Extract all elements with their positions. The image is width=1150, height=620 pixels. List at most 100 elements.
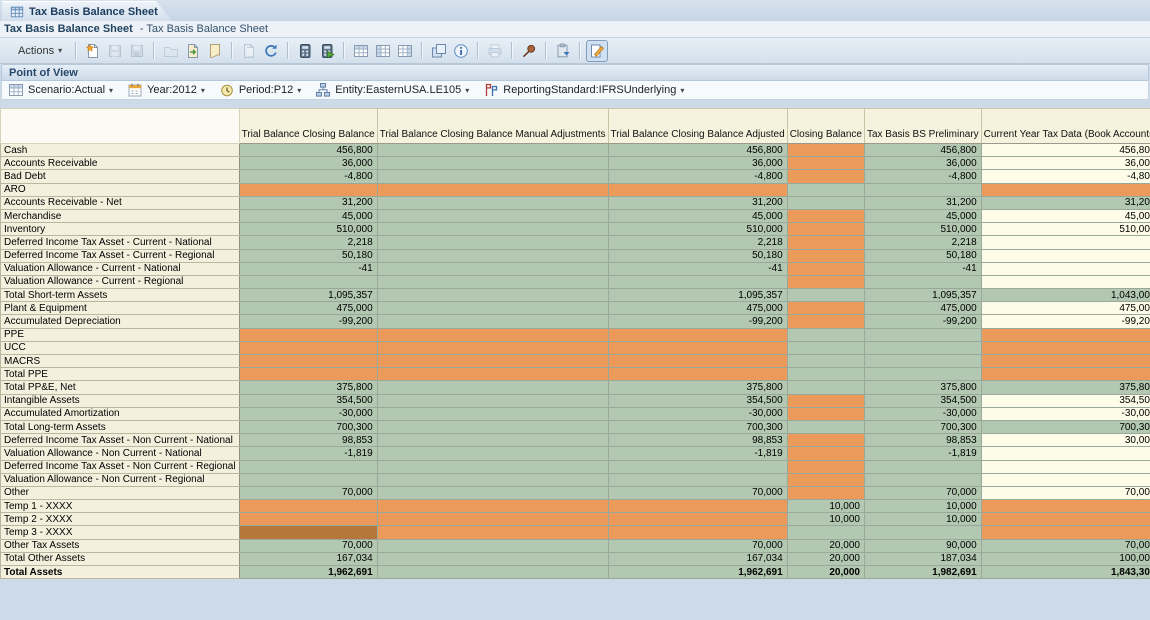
grid-cell[interactable] xyxy=(376,538,609,553)
grid-cell[interactable] xyxy=(376,393,609,408)
tab-tax-basis-balance-sheet[interactable]: Tax Basis Balance Sheet xyxy=(2,1,172,21)
grid-cell[interactable] xyxy=(238,472,378,487)
grid-cell[interactable] xyxy=(786,142,865,158)
grid-cell[interactable]: -41 xyxy=(863,261,982,276)
new-document-icon[interactable] xyxy=(83,41,103,61)
grid-cell[interactable]: 70,000 xyxy=(607,485,788,501)
grid-cell[interactable] xyxy=(786,419,865,435)
grid-cell[interactable] xyxy=(786,314,865,329)
grid-cell[interactable] xyxy=(607,472,788,487)
grid-cell[interactable] xyxy=(376,525,609,540)
grid-cell[interactable]: 510,000 xyxy=(238,222,378,237)
grid-cell[interactable] xyxy=(786,525,865,540)
grid-cell[interactable]: -41 xyxy=(238,261,378,276)
grid-cell[interactable] xyxy=(980,499,1150,514)
grid-cell[interactable] xyxy=(376,301,609,316)
grid-cell[interactable] xyxy=(980,327,1150,342)
grid-cell[interactable] xyxy=(376,380,609,395)
grid-cell[interactable] xyxy=(238,512,378,527)
calculate-icon[interactable] xyxy=(295,41,315,61)
grid-cell[interactable]: -41 xyxy=(607,261,788,276)
grid-cell[interactable]: 31,200 xyxy=(980,195,1150,210)
save-icon[interactable] xyxy=(105,41,125,61)
grid-cell[interactable]: 50,180 xyxy=(607,248,788,263)
grid-cell[interactable] xyxy=(376,499,609,514)
grid-cell[interactable] xyxy=(786,380,865,395)
grid-cell[interactable] xyxy=(607,525,788,540)
grid-cell[interactable] xyxy=(980,248,1150,263)
grid-cell[interactable]: 70,000 xyxy=(980,485,1150,501)
grid-cell[interactable]: -1,819 xyxy=(238,446,378,461)
grid-cell[interactable]: -99,200 xyxy=(863,314,982,329)
grid-cell[interactable] xyxy=(607,353,788,369)
grid-cell[interactable]: 475,000 xyxy=(238,301,378,316)
grid-cell[interactable]: -30,000 xyxy=(980,406,1150,421)
grid-cell[interactable]: 475,000 xyxy=(980,301,1150,316)
grid-cell[interactable] xyxy=(607,182,788,197)
grid-cell[interactable]: 36,000 xyxy=(863,156,982,171)
grid-cell[interactable]: 45,000 xyxy=(980,208,1150,224)
grid-cell[interactable] xyxy=(863,340,982,356)
grid-cell[interactable]: 1,962,691 xyxy=(238,564,378,580)
grid-cell[interactable]: 456,800 xyxy=(238,142,378,158)
grid-cell[interactable] xyxy=(376,353,609,369)
grid-cell[interactable] xyxy=(980,472,1150,487)
grid-cell[interactable] xyxy=(786,301,865,316)
grid-cell[interactable]: 98,853 xyxy=(863,433,982,448)
grid-cell[interactable]: 1,095,357 xyxy=(238,288,378,303)
grid-cell[interactable]: 20,000 xyxy=(786,551,865,567)
grid-cell[interactable] xyxy=(786,248,865,263)
pov-scenario[interactable]: Scenario:Actual ▾ xyxy=(8,82,113,98)
grid-cell[interactable] xyxy=(376,485,609,501)
grid-cell[interactable]: 700,300 xyxy=(607,419,788,435)
grid-cell[interactable] xyxy=(863,327,982,342)
grid-cell[interactable] xyxy=(376,156,609,171)
grid-cell[interactable] xyxy=(863,353,982,369)
grid-cell[interactable] xyxy=(863,459,982,474)
consolidate-grid-icon[interactable] xyxy=(395,41,415,61)
grid-cell[interactable] xyxy=(980,235,1150,250)
grid-cell[interactable]: 30,000 xyxy=(980,433,1150,448)
copy-icon[interactable] xyxy=(239,41,259,61)
refresh-icon[interactable] xyxy=(261,41,281,61)
grid-cell[interactable] xyxy=(376,446,609,461)
grid-cell[interactable]: -30,000 xyxy=(238,406,378,421)
grid-cell[interactable] xyxy=(786,222,865,237)
grid-cell[interactable] xyxy=(786,433,865,448)
grid-cell[interactable]: 50,180 xyxy=(238,248,378,263)
grid-cell[interactable]: 70,000 xyxy=(980,538,1150,553)
grid-cell[interactable] xyxy=(863,367,982,382)
grid-cell[interactable]: 10,000 xyxy=(786,499,865,514)
grid-cell[interactable] xyxy=(238,327,378,342)
grid-cell[interactable] xyxy=(863,525,982,540)
grid-cell[interactable] xyxy=(376,314,609,329)
grid-cell[interactable] xyxy=(376,274,609,290)
instructions-info-icon[interactable] xyxy=(451,41,471,61)
grid-cell[interactable] xyxy=(607,340,788,356)
grid-cell[interactable]: 375,800 xyxy=(863,380,982,395)
grid-cell[interactable]: 510,000 xyxy=(980,222,1150,237)
grid-cell[interactable]: 36,000 xyxy=(607,156,788,171)
grid-cell[interactable] xyxy=(376,327,609,342)
grid-cell[interactable]: 10,000 xyxy=(863,512,982,527)
clipboard-export-icon[interactable] xyxy=(553,41,573,61)
grid-cell[interactable]: 187,034 xyxy=(863,551,982,567)
grid-cell[interactable]: 1,095,357 xyxy=(863,288,982,303)
grid-cell[interactable] xyxy=(980,446,1150,461)
grid-cell[interactable]: 700,300 xyxy=(863,419,982,435)
grid-cell[interactable] xyxy=(376,261,609,276)
grid-cell[interactable]: -1,819 xyxy=(863,446,982,461)
grid-cell[interactable]: 354,500 xyxy=(607,393,788,408)
grid-cell[interactable]: 354,500 xyxy=(980,393,1150,408)
grid-cell[interactable] xyxy=(786,459,865,474)
pov-entity[interactable]: Entity:EasternUSA.LE105 ▾ xyxy=(315,82,469,98)
grid-cell[interactable] xyxy=(786,393,865,408)
grid-cell[interactable]: 98,853 xyxy=(607,433,788,448)
grid-cell[interactable] xyxy=(376,512,609,527)
grid-cell[interactable]: 70,000 xyxy=(238,485,378,501)
grid-cell[interactable]: 475,000 xyxy=(863,301,982,316)
attachment-pin-icon[interactable] xyxy=(519,41,539,61)
grid-cell[interactable]: 1,982,691 xyxy=(863,564,982,580)
grid-cell[interactable]: 70,000 xyxy=(607,538,788,553)
grid-cell[interactable] xyxy=(238,182,378,197)
